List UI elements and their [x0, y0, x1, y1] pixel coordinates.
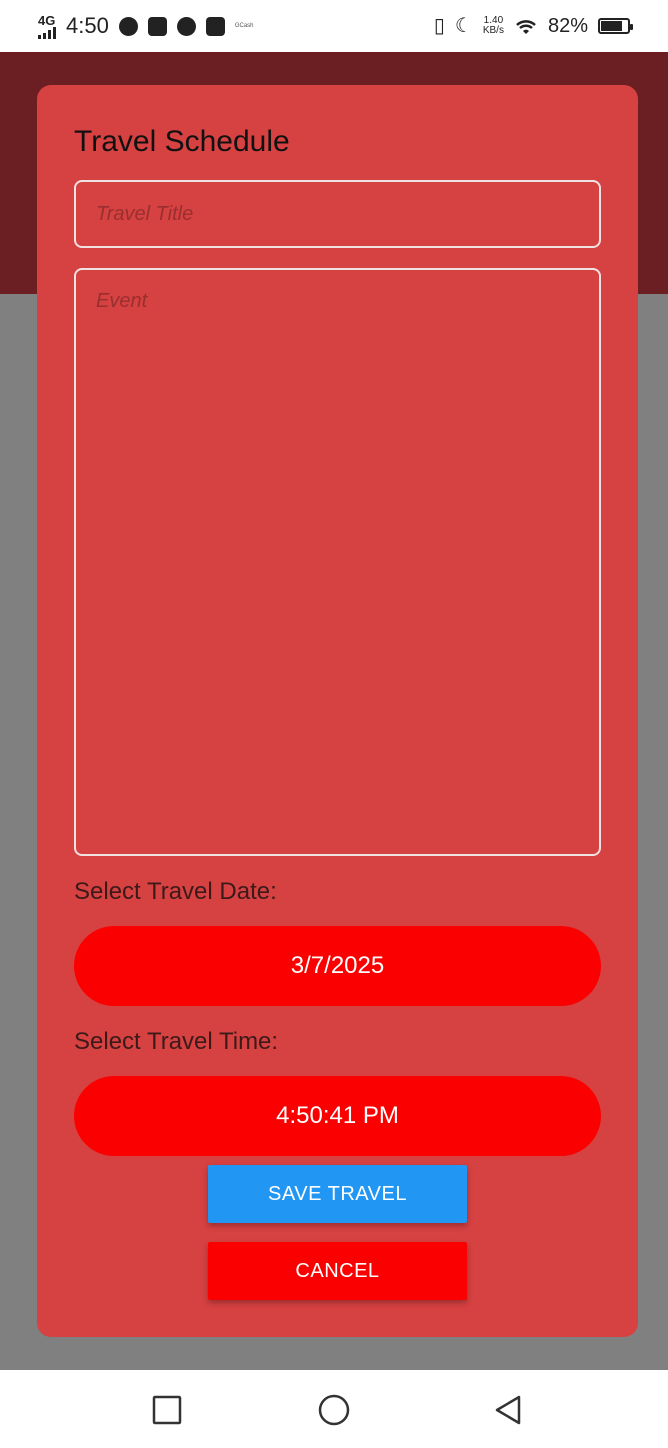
- save-travel-button[interactable]: SAVE TRAVEL: [208, 1165, 467, 1223]
- wifi-icon: [516, 20, 536, 34]
- navigation-bar: [0, 1370, 668, 1448]
- travel-schedule-modal: Travel Schedule Select Travel Date: 3/7/…: [37, 85, 638, 1337]
- battery-percent: 82%: [547, 14, 588, 37]
- status-bar-left: 4G 4:50 GCash: [38, 13, 254, 39]
- gcash-label: GCash: [234, 23, 254, 29]
- modal-title: Travel Schedule: [74, 125, 290, 158]
- back-icon[interactable]: [492, 1394, 524, 1426]
- clock: 4:50: [66, 13, 109, 38]
- travel-time-value: 4:50:41 PM: [276, 1102, 399, 1129]
- home-icon[interactable]: [318, 1394, 350, 1426]
- shopee-icon: [147, 16, 167, 36]
- status-bar-right: ▯ ☾ 1.40 KB/s 82%: [433, 14, 633, 38]
- battery-fill: [601, 21, 623, 31]
- mail-icon: [205, 16, 225, 36]
- network-speed-unit: KB/s: [482, 25, 504, 36]
- travel-title-input[interactable]: [74, 180, 601, 248]
- travel-time-label: Select Travel Time:: [74, 1028, 279, 1055]
- event-textarea[interactable]: [74, 268, 601, 856]
- recents-icon[interactable]: [151, 1394, 183, 1426]
- travel-date-button[interactable]: 3/7/2025: [74, 926, 601, 1006]
- vibrate-icon: ▯: [433, 15, 445, 37]
- travel-time-button[interactable]: 4:50:41 PM: [74, 1076, 601, 1156]
- cancel-label: CANCEL: [295, 1259, 380, 1282]
- battery-icon: [598, 18, 633, 34]
- save-travel-label: SAVE TRAVEL: [268, 1182, 407, 1205]
- messenger-icon: [118, 16, 138, 36]
- travel-date-value: 3/7/2025: [290, 952, 385, 979]
- signal-icon: 4G: [38, 14, 56, 39]
- screen: 4G 4:50 GCash ▯ ☾ 1.40 KB/s 82% Travel S…: [0, 0, 668, 1448]
- angular-icon: [176, 16, 196, 36]
- network-type: 4G: [38, 12, 56, 28]
- do-not-disturb-moon-icon: ☾: [454, 15, 473, 37]
- network-speed: 1.40 KB/s: [483, 16, 504, 36]
- cancel-button[interactable]: CANCEL: [208, 1242, 467, 1300]
- travel-date-label: Select Travel Date:: [74, 878, 277, 905]
- status-bar: 4G 4:50 GCash ▯ ☾ 1.40 KB/s 82%: [0, 0, 668, 52]
